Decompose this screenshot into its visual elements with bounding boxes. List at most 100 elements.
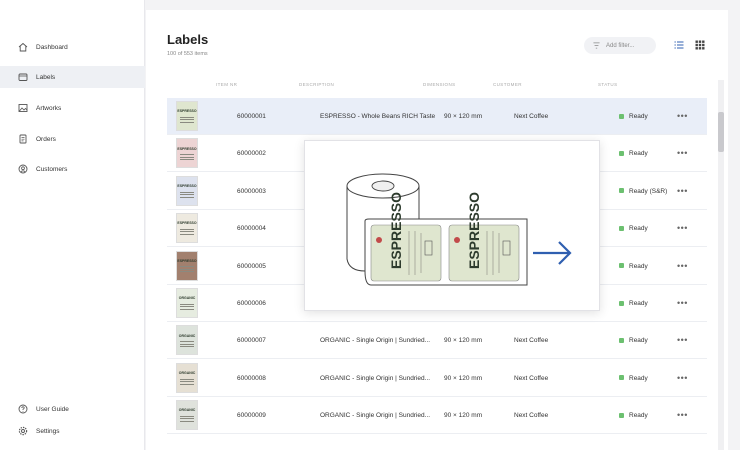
- filter-input[interactable]: Add filter...: [584, 37, 656, 54]
- column-header-description[interactable]: DESCRIPTION: [299, 82, 334, 87]
- column-header-item[interactable]: ITEM NR: [216, 82, 237, 87]
- row-menu-button[interactable]: •••: [677, 111, 688, 121]
- grid-view-button[interactable]: [694, 39, 705, 50]
- status-badge: Ready: [619, 375, 648, 382]
- label-thumbnail: ESPRESSO: [176, 101, 198, 131]
- sidebar-item-label: Dashboard: [36, 43, 68, 51]
- arrow-right-icon: [533, 241, 572, 265]
- list-view-button[interactable]: [673, 39, 684, 50]
- status-text: Ready (S&R): [629, 187, 668, 195]
- item-description: ESPRESSO - Whole Beans RICH Taste: [320, 113, 436, 120]
- item-dimensions: 90 × 120 mm: [444, 337, 483, 345]
- sidebar-item-customers[interactable]: Customers: [0, 158, 145, 180]
- row-menu-button[interactable]: •••: [677, 410, 688, 420]
- item-dimensions: 90 × 120 mm: [444, 113, 483, 120]
- column-header-dimensions[interactable]: DIMENSIONS: [423, 82, 456, 87]
- item-number: 60000007: [237, 337, 266, 345]
- status-text: Ready: [629, 150, 648, 158]
- row-menu-button[interactable]: •••: [677, 148, 688, 158]
- filter-icon: [593, 42, 600, 49]
- status-dot: [619, 337, 624, 343]
- item-number: 60000006: [237, 300, 266, 307]
- status-text: Ready: [629, 412, 648, 420]
- item-description: ORGANIC - Single Origin | Sundried...: [320, 412, 431, 420]
- status-text: Ready: [629, 113, 648, 120]
- orders-icon: [18, 134, 28, 144]
- status-dot: [619, 225, 624, 231]
- row-menu-button[interactable]: •••: [677, 186, 688, 196]
- item-number: 60000004: [237, 225, 266, 233]
- row-menu-button[interactable]: •••: [677, 261, 688, 271]
- sidebar-item-label: Labels: [36, 73, 56, 81]
- help-icon: [18, 404, 28, 414]
- sidebar-item-artworks[interactable]: Artworks: [0, 97, 145, 119]
- item-customer: Next Coffee: [514, 337, 549, 345]
- status-badge: Ready: [619, 412, 648, 419]
- sidebar-item-label: Orders: [36, 135, 56, 143]
- status-badge: Ready: [619, 337, 648, 344]
- item-number: 60000009: [237, 412, 266, 420]
- table-row[interactable]: ORGANIC 60000008 ORGANIC - Single Origin |…: [167, 360, 707, 397]
- column-header-customer[interactable]: CUSTOMER: [493, 82, 522, 87]
- item-number: 60000001: [237, 113, 266, 120]
- page-title: Labels: [167, 32, 209, 47]
- table-row[interactable]: ORGANIC 60000007 ORGANIC - Single Origin |…: [167, 322, 707, 360]
- status-dot: [619, 300, 624, 306]
- column-header-status[interactable]: STATUS: [598, 82, 617, 87]
- item-count: 100 of 553 items: [167, 51, 208, 57]
- label-thumbnail: ORGANIC: [176, 362, 198, 393]
- artworks-icon: [18, 103, 28, 113]
- sidebar-item-label: User Guide: [36, 405, 69, 413]
- status-text: Ready: [629, 337, 648, 345]
- status-badge: Ready: [619, 113, 648, 120]
- sidebar-item-label: Settings: [36, 427, 60, 435]
- row-menu-button[interactable]: •••: [677, 335, 688, 345]
- row-menu-button[interactable]: •••: [677, 223, 688, 233]
- status-badge: Ready: [619, 225, 648, 232]
- item-customer: Next Coffee: [514, 113, 549, 120]
- customers-icon: [18, 164, 28, 174]
- thumbnail-text: ESPRESSO: [177, 146, 197, 151]
- list-view-icon: [674, 41, 683, 48]
- preview-label-text: ESPRESSO: [466, 192, 482, 269]
- preview-label-text: ESPRESSO: [388, 192, 404, 269]
- thumbnail-text: ORGANIC: [178, 333, 196, 338]
- row-menu-button[interactable]: •••: [677, 298, 688, 308]
- item-dimensions: 90 × 120 mm: [444, 374, 483, 382]
- home-icon: [18, 42, 28, 52]
- label-thumbnail: ORGANIC: [176, 288, 198, 318]
- labels-icon: [18, 72, 28, 82]
- table-row[interactable]: ESPRESSO 60000001 ESPRESSO - Whole Beans R…: [167, 98, 707, 135]
- scrollbar-thumb[interactable]: [718, 112, 724, 152]
- sidebar-item-orders[interactable]: Orders: [0, 128, 145, 150]
- thumbnail-text: ESPRESSO: [177, 109, 197, 114]
- label-thumbnail: ESPRESSO: [176, 250, 198, 281]
- status-text: Ready: [629, 374, 648, 382]
- sidebar-item-dashboard[interactable]: Dashboard: [0, 36, 145, 58]
- status-text: Ready: [629, 225, 648, 233]
- item-number: 60000008: [237, 374, 266, 382]
- item-description: ORGANIC - Single Origin | Sundried...: [320, 374, 431, 382]
- label-thumbnail: ESPRESSO: [176, 213, 198, 244]
- status-text: Ready: [629, 262, 648, 270]
- item-number: 60000003: [237, 187, 266, 195]
- sidebar-item-settings[interactable]: Settings: [0, 420, 145, 442]
- sidebar-item-labels[interactable]: Labels: [0, 66, 145, 88]
- thumbnail-text: ESPRESSO: [177, 258, 197, 263]
- table-row[interactable]: ORGANIC 60000009 ORGANIC - Single Origin |…: [167, 397, 707, 435]
- status-dot: [619, 263, 624, 269]
- label-roll-preview: ESPRESSO ESPRESSO: [304, 140, 600, 311]
- row-menu-button[interactable]: •••: [677, 373, 688, 383]
- sidebar-item-label: Customers: [36, 165, 68, 173]
- status-text: Ready: [629, 300, 648, 307]
- thumbnail-text: ORGANIC: [178, 408, 196, 413]
- sidebar-item-label: Artworks: [36, 104, 62, 112]
- sidebar-item-user-guide[interactable]: User Guide: [0, 398, 145, 420]
- label-thumbnail: ESPRESSO: [176, 175, 198, 206]
- grid-view-icon: [695, 40, 704, 49]
- status-dot: [619, 188, 624, 194]
- item-number: 60000005: [237, 262, 266, 270]
- item-dimensions: 90 × 120 mm: [444, 412, 483, 420]
- thumbnail-text: ORGANIC: [178, 296, 196, 301]
- status-badge: Ready: [619, 263, 648, 270]
